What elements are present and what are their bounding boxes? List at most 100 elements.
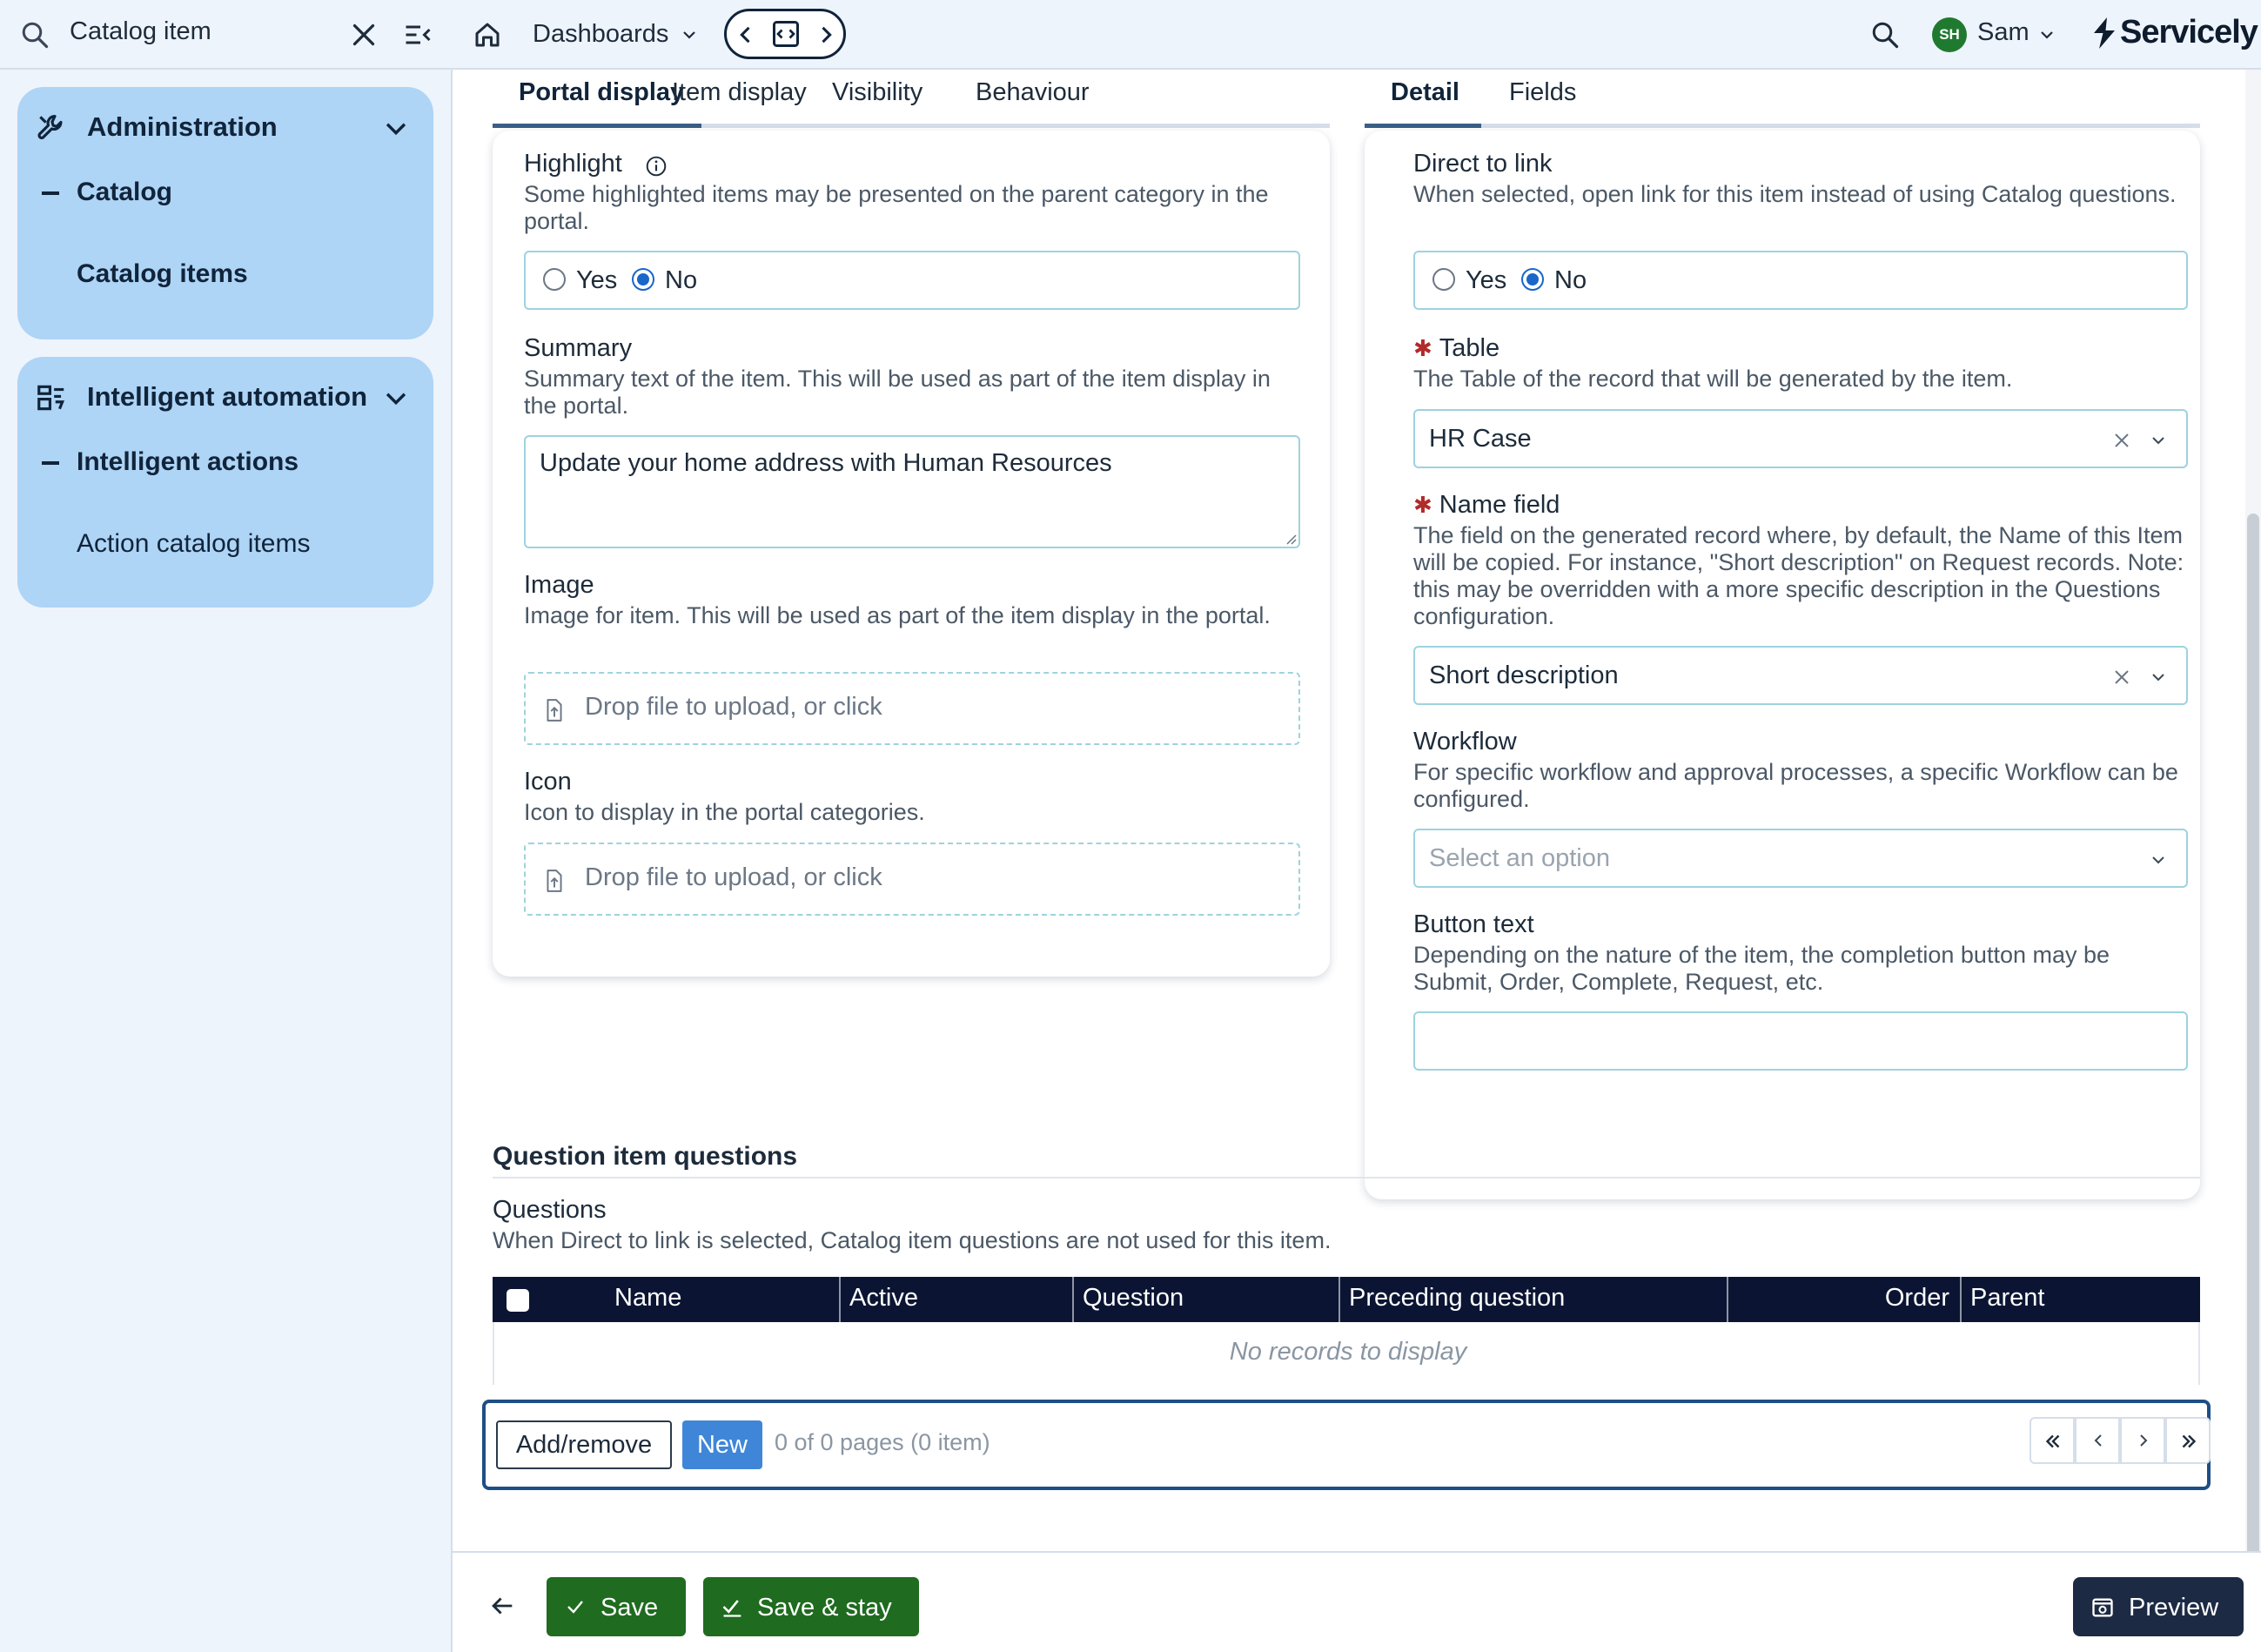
nav-item-action-catalog-items[interactable]: Action catalog items [77,529,310,559]
chevron-down-icon[interactable] [381,113,411,143]
column-header-order[interactable]: Order [1737,1284,1949,1313]
nav-group-title[interactable]: Intelligent automation [87,381,367,413]
home-icon[interactable] [472,19,503,50]
required-icon: ✱ [1413,335,1432,361]
chevron-down-icon[interactable] [2148,667,2169,688]
icon-label: Icon [524,768,572,796]
left-tabs: Portal display Item display Visibility B… [493,70,1330,131]
column-separator [1072,1277,1074,1322]
icon-help: Icon to display in the portal categories… [524,799,925,825]
button-text-input[interactable] [1413,1011,2188,1071]
summary-help: Summary text of the item. This will be u… [524,366,1271,419]
column-separator [839,1277,841,1322]
column-header-preceding-question[interactable]: Preceding question [1349,1284,1565,1313]
tab-visibility[interactable]: Visibility [832,78,923,107]
column-header-active[interactable]: Active [849,1284,918,1313]
code-frame-icon[interactable] [770,18,802,50]
summary-textarea[interactable]: Update your home address with Human Reso… [524,435,1300,548]
save-button[interactable]: Save [547,1577,686,1636]
chevron-down-icon[interactable] [2148,430,2169,451]
questions-table-header: Name Active Question Preceding question … [493,1277,2200,1322]
required-icon: ✱ [1413,492,1432,518]
chevron-down-icon[interactable] [2148,850,2169,870]
clear-icon[interactable] [2111,430,2132,451]
global-search-icon[interactable] [1869,19,1901,50]
questions-table-body: No records to display [493,1322,2200,1385]
main-content: Portal display Item display Visibility B… [453,70,2261,1551]
nav-item-catalog[interactable]: Catalog [77,178,172,207]
table-label-text: Table [1439,334,1500,362]
clear-search-icon[interactable] [348,19,379,50]
direct-to-link-yes-radio[interactable] [1432,268,1455,291]
icon-upload-zone[interactable]: Drop file to upload, or click [524,843,1300,916]
highlight-yes-label: Yes [576,266,618,294]
chevron-right-icon[interactable] [814,23,838,47]
direct-to-link-no-label: No [1554,266,1587,294]
chevron-down-icon[interactable] [679,24,700,45]
highlight-help: Some highlighted items may be presented … [524,181,1269,234]
prev-page-button[interactable] [2075,1417,2120,1464]
section-divider [493,1177,2200,1179]
dashboards-menu[interactable]: Dashboards [533,20,668,49]
column-separator [1960,1277,1962,1322]
nav-dash [42,191,59,195]
highlight-no-label: No [665,266,698,294]
nav-group-title[interactable]: Administration [87,111,278,143]
nav-group-intelligent-automation: Intelligent automation Intelligent actio… [17,357,433,608]
user-menu[interactable]: Sam [1977,18,2030,47]
tab-fields[interactable]: Fields [1509,78,1576,107]
column-separator [1338,1277,1340,1322]
name-field-help: The field on the generated record where,… [1413,522,2184,629]
collapse-menu-icon[interactable] [402,19,433,50]
preview-label: Preview [2129,1594,2219,1622]
table-help: The Table of the record that will be gen… [1413,366,2013,392]
clear-icon[interactable] [2111,667,2132,688]
pagination-status: 0 of 0 pages (0 item) [775,1429,990,1455]
name-field-select[interactable]: Short description [1413,646,2188,705]
next-page-button[interactable] [2120,1417,2165,1464]
resize-handle-icon[interactable] [1283,531,1297,545]
column-header-parent[interactable]: Parent [1970,1284,2044,1313]
image-upload-zone[interactable]: Drop file to upload, or click [524,672,1300,745]
highlight-yes-radio[interactable] [543,268,566,291]
chevron-down-icon[interactable] [2036,24,2057,45]
image-label: Image [524,571,594,599]
table-select[interactable]: HR Case [1413,409,2188,468]
last-page-button[interactable] [2165,1417,2211,1464]
tab-detail[interactable]: Detail [1391,78,1459,107]
table-value: HR Case [1429,425,1532,453]
direct-to-link-help: When selected, open link for this item i… [1413,181,2177,207]
check-list-icon [721,1595,745,1619]
new-button[interactable]: New [682,1420,762,1469]
first-page-button[interactable] [2030,1417,2075,1464]
back-arrow-icon[interactable] [487,1591,517,1621]
tab-behaviour[interactable]: Behaviour [976,78,1090,107]
highlight-label: Highlight [524,150,622,178]
avatar[interactable]: SH [1932,17,1967,52]
column-header-question[interactable]: Question [1083,1284,1184,1313]
nav-dash [42,461,59,465]
tab-item-display[interactable]: Item display [672,78,807,107]
name-field-label-text: Name field [1439,491,1560,519]
chevron-down-icon[interactable] [381,383,411,413]
search-icon [19,19,50,50]
highlight-no-radio[interactable] [632,268,654,291]
scrollbar-thumb[interactable] [2247,514,2259,1558]
tab-portal-display[interactable]: Portal display [519,78,684,107]
nav-item-intelligent-actions[interactable]: Intelligent actions [77,447,299,477]
summary-label: Summary [524,334,633,362]
save-and-stay-button[interactable]: Save & stay [703,1577,919,1636]
direct-to-link-no-radio[interactable] [1521,268,1544,291]
add-remove-button[interactable]: Add/remove [496,1420,672,1469]
column-header-name[interactable]: Name [614,1284,681,1313]
preview-button[interactable]: Preview [2073,1577,2244,1636]
save-and-stay-label: Save & stay [757,1594,892,1622]
no-records-text: No records to display [1229,1338,1467,1366]
workflow-select[interactable]: Select an option [1413,829,2188,888]
select-all-checkbox[interactable] [507,1289,529,1312]
nav-item-catalog-items[interactable]: Catalog items [77,259,248,289]
info-icon[interactable] [645,155,668,178]
sidebar-search-input[interactable]: Catalog item [70,17,211,46]
chevron-left-icon[interactable] [734,23,758,47]
image-upload-text: Drop file to upload, or click [585,693,882,721]
